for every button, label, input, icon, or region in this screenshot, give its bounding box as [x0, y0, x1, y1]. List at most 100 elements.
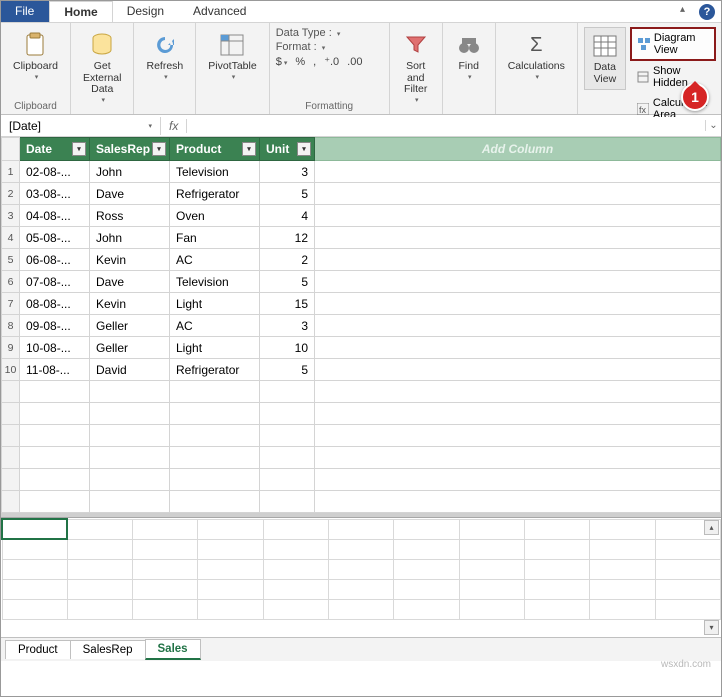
filter-icon[interactable]: ▾	[152, 142, 166, 156]
cell-salesrep[interactable]: Dave	[90, 183, 170, 205]
cell-salesrep[interactable]: John	[90, 227, 170, 249]
menu-file[interactable]: File	[1, 1, 49, 22]
cell-date[interactable]: 06-08-...	[20, 249, 90, 271]
cell-product[interactable]: Oven	[170, 205, 260, 227]
row-header[interactable]: 9	[2, 337, 20, 359]
name-box[interactable]: [Date] ▾	[1, 117, 161, 135]
find-button[interactable]: Find▾	[449, 27, 489, 85]
row-header[interactable]: 6	[2, 271, 20, 293]
add-column[interactable]: Add Column	[315, 138, 721, 161]
cell-unit[interactable]: 5	[260, 359, 315, 381]
row-header[interactable]: 3	[2, 205, 20, 227]
cell-product[interactable]: Television	[170, 161, 260, 183]
cell-date[interactable]: 10-08-...	[20, 337, 90, 359]
row-header[interactable]: 1	[2, 161, 20, 183]
cell-date[interactable]: 08-08-...	[20, 293, 90, 315]
cell-product[interactable]: Fan	[170, 227, 260, 249]
ribbon-collapse-icon[interactable]: ▴	[672, 1, 693, 22]
cell-salesrep[interactable]: Geller	[90, 337, 170, 359]
cell-product[interactable]: Refrigerator	[170, 183, 260, 205]
get-external-data-button[interactable]: Get External Data▾	[77, 27, 128, 108]
filter-icon[interactable]: ▾	[72, 142, 86, 156]
cell-salesrep[interactable]: Dave	[90, 271, 170, 293]
cell-date[interactable]: 09-08-...	[20, 315, 90, 337]
col-header-date[interactable]: Date▾	[20, 138, 90, 161]
sheet-tab-product[interactable]: Product	[5, 640, 71, 659]
cell-unit[interactable]: 4	[260, 205, 315, 227]
cell-date[interactable]: 03-08-...	[20, 183, 90, 205]
cell-product[interactable]: Refrigerator	[170, 359, 260, 381]
cell-salesrep[interactable]: Geller	[90, 315, 170, 337]
cell-date[interactable]: 02-08-...	[20, 161, 90, 183]
cell-salesrep[interactable]: John	[90, 161, 170, 183]
cell-unit[interactable]: 3	[260, 161, 315, 183]
cell-unit[interactable]: 15	[260, 293, 315, 315]
cell-unit[interactable]: 10	[260, 337, 315, 359]
cell-empty[interactable]	[315, 315, 721, 337]
cell-product[interactable]: Television	[170, 271, 260, 293]
row-header[interactable]: 5	[2, 249, 20, 271]
menu-design[interactable]: Design	[113, 1, 179, 22]
cell-salesrep[interactable]: David	[90, 359, 170, 381]
calculations-button[interactable]: Σ Calculations▾	[502, 27, 571, 85]
cell-empty[interactable]	[315, 293, 721, 315]
cell-unit[interactable]: 12	[260, 227, 315, 249]
sheet-tab-salesrep[interactable]: SalesRep	[70, 640, 146, 659]
cell-empty[interactable]	[315, 359, 721, 381]
cell-empty[interactable]	[315, 205, 721, 227]
col-header-unit[interactable]: Unit▾	[260, 138, 315, 161]
row-header[interactable]: 2	[2, 183, 20, 205]
menu-advanced[interactable]: Advanced	[179, 1, 261, 22]
scroll-down-icon[interactable]: ▾	[704, 620, 719, 635]
col-header-salesrep[interactable]: SalesRep▾	[90, 138, 170, 161]
sort-filter-button[interactable]: Sort and Filter▾	[396, 27, 436, 108]
row-header[interactable]: 10	[2, 359, 20, 381]
help-icon[interactable]: ?	[699, 4, 715, 20]
cell-product[interactable]: AC	[170, 315, 260, 337]
percent-button[interactable]: %	[295, 56, 305, 68]
refresh-button[interactable]: Refresh▾	[140, 27, 189, 85]
cell-empty[interactable]	[315, 271, 721, 293]
cell-salesrep[interactable]: Kevin	[90, 293, 170, 315]
row-header[interactable]: 4	[2, 227, 20, 249]
cell-product[interactable]: Light	[170, 293, 260, 315]
decimal-decrease-button[interactable]: .00	[347, 56, 362, 68]
scroll-up-icon[interactable]: ▴	[704, 520, 719, 535]
filter-icon[interactable]: ▾	[297, 142, 311, 156]
col-header-product[interactable]: Product▾	[170, 138, 260, 161]
formula-input[interactable]	[187, 117, 705, 135]
cell-date[interactable]: 04-08-...	[20, 205, 90, 227]
data-view-button[interactable]: Data View	[584, 27, 626, 90]
menu-home[interactable]: Home	[49, 1, 112, 22]
cell-unit[interactable]: 5	[260, 271, 315, 293]
row-header[interactable]: 7	[2, 293, 20, 315]
cell-product[interactable]: AC	[170, 249, 260, 271]
cell-salesrep[interactable]: Kevin	[90, 249, 170, 271]
cell-unit[interactable]: 2	[260, 249, 315, 271]
cell-empty[interactable]	[315, 227, 721, 249]
sheet-tab-sales[interactable]: Sales	[145, 639, 201, 660]
decimal-increase-button[interactable]: ⁺.0	[324, 55, 339, 68]
cell-product[interactable]: Light	[170, 337, 260, 359]
filter-icon[interactable]: ▾	[242, 142, 256, 156]
formula-expand-icon[interactable]: ⌄	[705, 120, 721, 131]
name-box-dropdown-icon[interactable]: ▾	[148, 122, 152, 130]
cell-salesrep[interactable]: Ross	[90, 205, 170, 227]
cell-date[interactable]: 07-08-...	[20, 271, 90, 293]
cell-date[interactable]: 11-08-...	[20, 359, 90, 381]
pivottable-button[interactable]: PivotTable▾	[202, 27, 262, 85]
cell-unit[interactable]: 3	[260, 315, 315, 337]
cell-empty[interactable]	[315, 183, 721, 205]
cell-unit[interactable]: 5	[260, 183, 315, 205]
cell-empty[interactable]	[315, 249, 721, 271]
clipboard-button[interactable]: Clipboard▾	[7, 27, 64, 85]
cell-empty[interactable]	[315, 337, 721, 359]
corner-cell[interactable]	[2, 138, 20, 161]
cell-empty[interactable]	[315, 161, 721, 183]
comma-button[interactable]: ,	[313, 56, 316, 68]
measure-cell-selected[interactable]	[2, 519, 67, 539]
row-header[interactable]: 8	[2, 315, 20, 337]
diagram-view-button[interactable]: Diagram View	[630, 27, 716, 61]
cell-date[interactable]: 05-08-...	[20, 227, 90, 249]
fx-label[interactable]: fx	[161, 119, 187, 133]
